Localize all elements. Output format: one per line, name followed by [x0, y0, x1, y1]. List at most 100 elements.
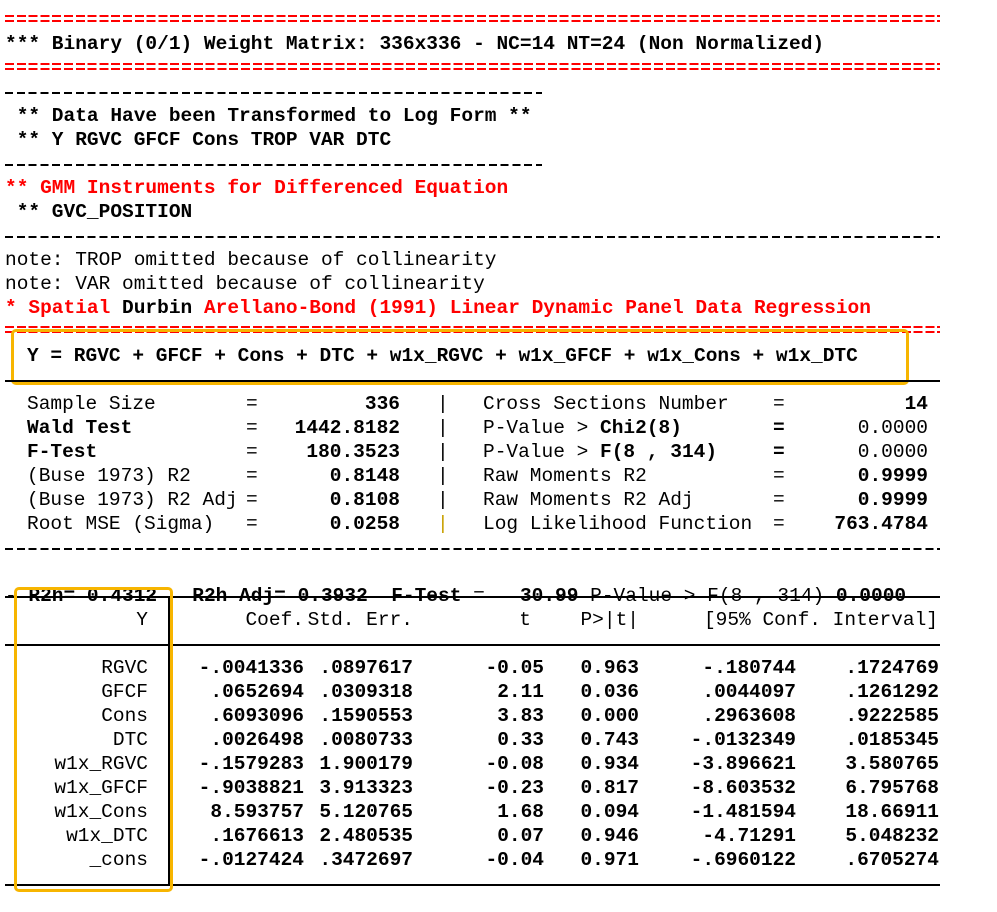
cell-hi: .1724769: [845, 657, 939, 679]
cell-coef: -.9038821: [198, 777, 304, 799]
stat-label: F-Test: [27, 441, 98, 463]
cell-lo: -1.481594: [690, 801, 796, 823]
cell-p: 0.934: [580, 753, 639, 775]
stat-right-label-part: (8): [646, 417, 682, 439]
model-title-suffix: Arellano-Bond (1991) Linear Dynamic Pane…: [192, 297, 871, 319]
table-column-header: Std. Err.: [307, 609, 413, 631]
cell-t: 3.83: [497, 705, 544, 727]
cell-se: 3.913323: [319, 777, 413, 799]
stat-right-label: Cross Sections Number: [483, 392, 729, 416]
stat-right-label-part: Chi2: [600, 417, 647, 439]
stat-right-label: Raw Moments R2 Adj: [483, 488, 694, 512]
stat-right-label-part: Raw Moments R2 Adj: [483, 489, 694, 511]
cell-coef: -.1579283: [198, 753, 304, 775]
transform-note: ** Data Have been Transformed to Log For…: [5, 105, 532, 127]
stat-divider: |: [437, 465, 449, 487]
stat-label: (Buse 1973) R2 Adj: [27, 489, 238, 511]
stat-right-label-part: Log Likelihood Function: [483, 513, 753, 535]
equation-highlight-box: [11, 329, 909, 385]
stat-right-label: P-Value > F(8 , 314): [483, 440, 717, 464]
stat-label: (Buse 1973) R2: [27, 465, 191, 487]
stat-divider: |: [437, 441, 449, 463]
transform-vars: ** Y RGVC GFCF Cons TROP VAR DTC: [5, 129, 392, 151]
stat-right-label-part: (8 , 314): [611, 441, 718, 463]
cell-se: 5.120765: [319, 801, 413, 823]
gmm-title: ** GMM Instruments for Differenced Equat…: [5, 177, 509, 199]
cell-coef: -.0041336: [198, 657, 304, 679]
red-separator: [5, 15, 940, 23]
cell-t: -0.05: [485, 657, 544, 679]
cell-hi: .9222585: [845, 705, 939, 727]
cell-hi: 3.580765: [845, 753, 939, 775]
cell-hi: .1261292: [845, 681, 939, 703]
table-column-header: P>|t|: [580, 609, 639, 631]
collinearity-note: note: VAR omitted because of collinearit…: [5, 273, 485, 295]
cell-lo: -.6960122: [690, 849, 796, 871]
cell-t: -0.08: [485, 753, 544, 775]
cell-se: .1590553: [319, 705, 413, 727]
stat-label: Wald Test: [27, 417, 133, 439]
table-column-header: [95% Conf. Interval]: [703, 609, 938, 631]
cell-hi: 5.048232: [845, 825, 939, 847]
dashed-separator: [5, 548, 940, 550]
cell-se: .0897617: [319, 657, 413, 679]
cell-t: 0.07: [497, 825, 544, 847]
cell-p: 0.743: [580, 729, 639, 751]
cell-lo: -4.71291: [702, 825, 796, 847]
stat-right-label: Log Likelihood Function: [483, 512, 752, 536]
stat-right-value: 0.0000: [857, 441, 928, 463]
cell-hi: .0185345: [845, 729, 939, 751]
collinearity-note: note: TROP omitted because of collineari…: [5, 249, 497, 271]
stat-value: 0.8148: [329, 465, 400, 487]
cell-t: -0.04: [485, 849, 544, 871]
cell-t: 1.68: [497, 801, 544, 823]
cell-p: 0.817: [580, 777, 639, 799]
stat-divider: |: [437, 417, 449, 439]
stat-right-value: 14: [904, 393, 928, 415]
cell-t: 2.11: [497, 681, 544, 703]
cell-p: 0.000: [580, 705, 639, 727]
stat-label: Sample Size: [27, 393, 156, 415]
stat-value: 180.3523: [306, 441, 400, 463]
stat-value: 1442.8182: [294, 417, 400, 439]
stat-value: 0.8108: [329, 489, 400, 511]
stat-value: 336: [364, 393, 400, 415]
stat-value: 0.0258: [329, 513, 400, 535]
stat-right-label: Raw Moments R2: [483, 464, 647, 488]
cell-lo: .0044097: [702, 681, 796, 703]
cell-lo: -.180744: [702, 657, 796, 679]
dashed-separator: [5, 92, 542, 94]
stat-right-label-part: Cross Sections Number: [483, 393, 729, 415]
cell-lo: -3.896621: [690, 753, 796, 775]
dashed-separator: [5, 236, 940, 238]
stat-right-label-part: P-Value >: [483, 417, 601, 439]
stat-right-label: P-Value > Chi2(8): [483, 416, 682, 440]
cell-hi: 18.66911: [845, 801, 939, 823]
stat-label: Root MSE (Sigma): [27, 513, 215, 535]
cell-lo: -.0132349: [690, 729, 796, 751]
cell-hi: 6.795768: [845, 777, 939, 799]
cell-p: 0.036: [580, 681, 639, 703]
cell-lo: -8.603532: [690, 777, 796, 799]
cell-t: -0.23: [485, 777, 544, 799]
cell-se: .0080733: [319, 729, 413, 751]
cell-p: 0.971: [580, 849, 639, 871]
cell-coef: .0652694: [210, 681, 304, 703]
cell-lo: .2963608: [702, 705, 796, 727]
cell-coef: .6093096: [210, 705, 304, 727]
r2h-line: - R2h= 0.4312 R2h Adj= 0.3932 F-Test = 3…: [5, 560, 906, 607]
stat-right-value: 0.0000: [857, 417, 928, 439]
red-separator: [5, 63, 940, 71]
stat-right-value: 0.9999: [857, 465, 928, 487]
model-title-prefix: * Spatial: [5, 297, 123, 319]
stat-right-value: 763.4784: [834, 513, 928, 535]
stat-right-label-part: Raw Moments R2: [483, 465, 647, 487]
cell-p: 0.963: [580, 657, 639, 679]
stat-divider: |: [437, 489, 449, 511]
table-column-header: Coef.: [245, 609, 304, 631]
cell-t: 0.33: [497, 729, 544, 751]
dashed-separator: [5, 164, 542, 166]
solid-separator: [5, 380, 940, 382]
stat-right-label-part: P-Value >: [483, 441, 601, 463]
model-title-durbin: Durbin: [122, 297, 193, 319]
